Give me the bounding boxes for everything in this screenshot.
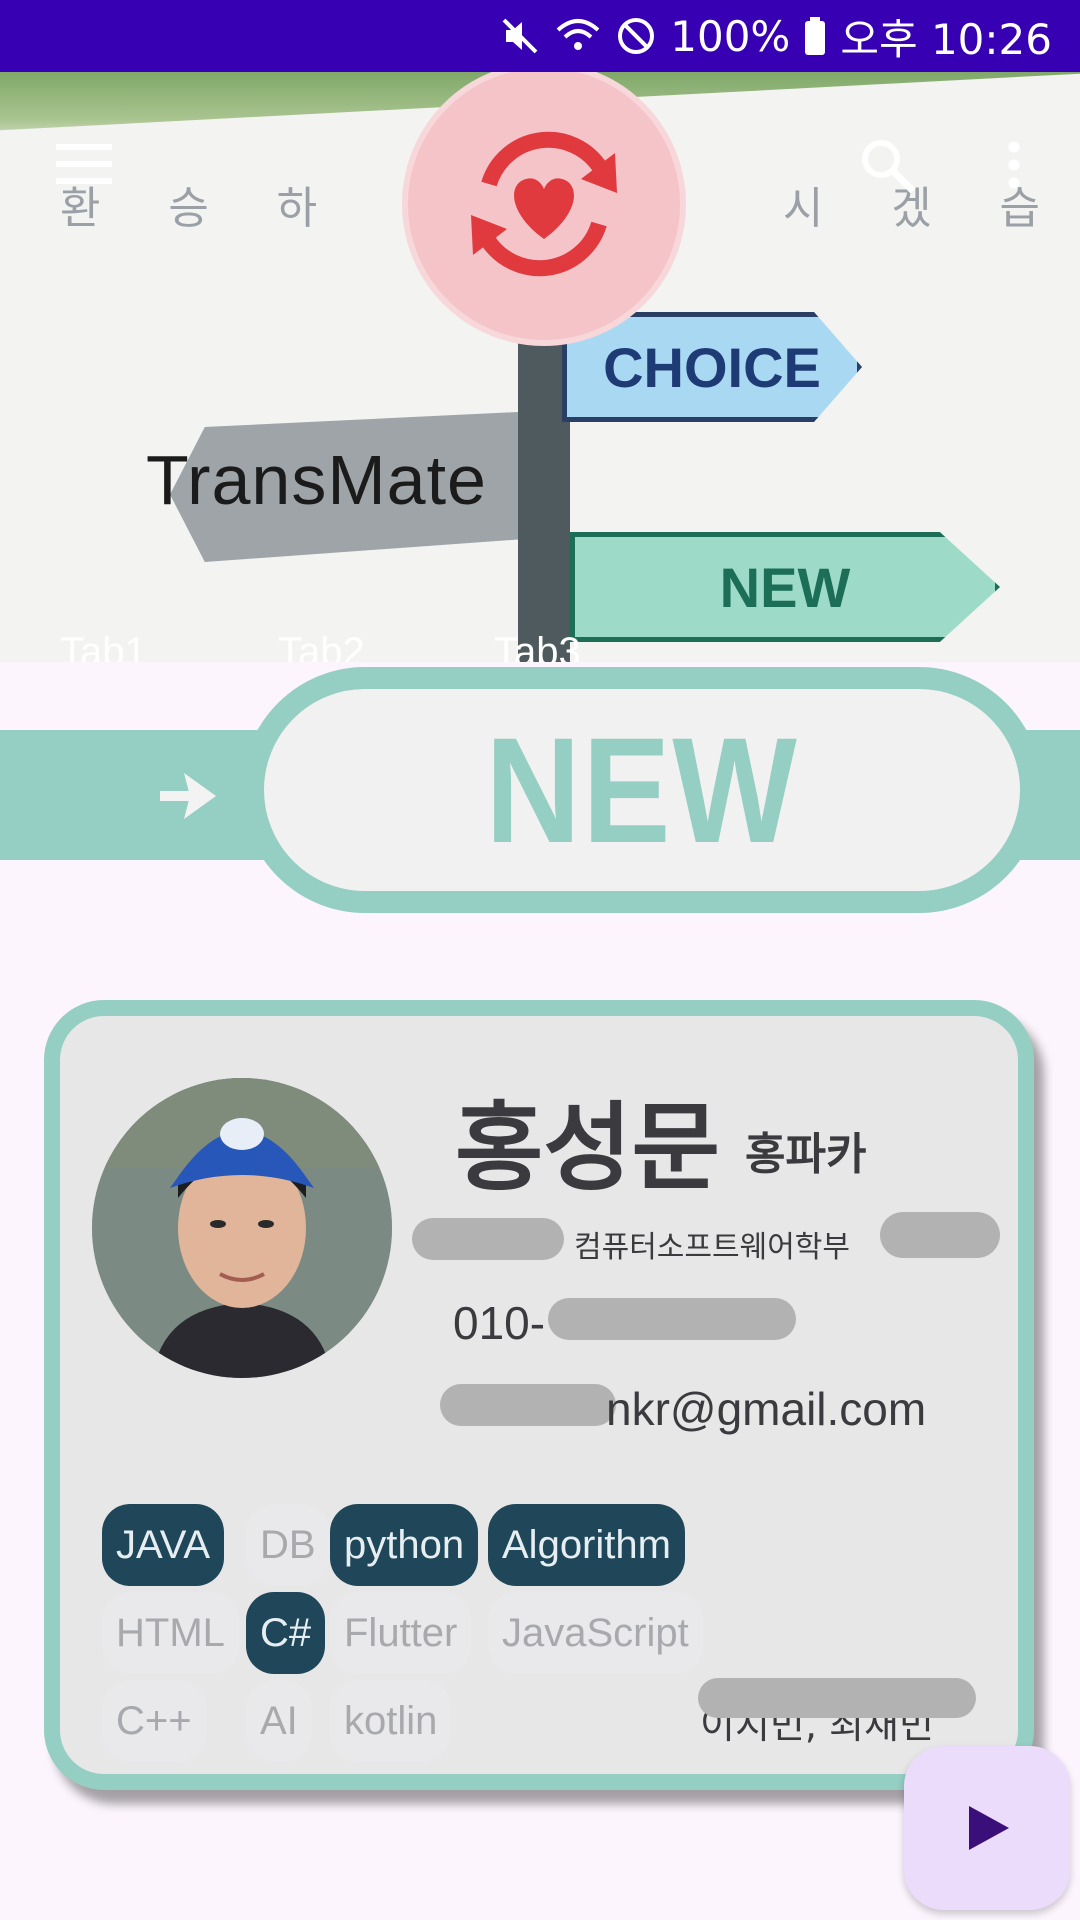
skill-chip-ai[interactable]: AI [246,1680,312,1762]
tab-bar: Tab1 Tab2 Tab3 [0,630,1080,662]
status-time: 오후 10:26 [840,14,1052,64]
transfer-heart-logo [402,72,686,346]
skill-chip-html[interactable]: HTML [102,1592,239,1674]
skill-chip-java[interactable]: JAVA [102,1504,225,1586]
wall-letter: 시 [782,183,824,234]
redacted-block [440,1384,616,1426]
skill-chip-algorithm[interactable]: Algorithm [488,1504,685,1586]
redacted-block [880,1212,1000,1258]
app-title: TransMate [146,441,487,519]
wifi-icon [554,16,602,56]
mute-icon [500,16,540,56]
profile-phone[interactable]: 010- [453,1296,545,1350]
search-icon[interactable] [852,130,922,200]
redacted-block [548,1298,796,1340]
redacted-block [698,1678,976,1718]
profile-email[interactable]: nkr@gmail.com [606,1382,926,1436]
profile-photo [92,1078,392,1378]
banner-pill: NEW [242,667,1042,913]
profile-avatar [92,1078,392,1378]
skill-chip-python[interactable]: python [330,1504,479,1586]
tab-2[interactable]: Tab2 [278,630,365,662]
battery-percent: 100% [670,11,791,61]
sign-choice-text: CHOICE [603,335,821,399]
skill-chip-cpp[interactable]: C++ [102,1680,206,1762]
refresh-heart-icon [471,131,617,277]
skill-chip-flutter[interactable]: Flutter [330,1592,472,1674]
banner-text: NEW [485,705,799,874]
skill-chip-db[interactable]: DB [246,1504,330,1586]
redacted-block [412,1218,564,1260]
battery-icon [804,16,826,56]
menu-icon[interactable] [48,128,120,200]
status-bar: 100% 오후 10:26 [0,0,1080,72]
do-not-disturb-icon [616,16,656,56]
play-icon [969,1806,1009,1850]
sign-new: NEW [570,532,1000,642]
wall-letter: 하 [276,183,318,234]
skill-chip-javascript[interactable]: JavaScript [488,1592,703,1674]
tab-3[interactable]: Tab3 [494,630,581,662]
tab-1[interactable]: Tab1 [60,630,147,662]
skill-chip-csharp[interactable]: C# [246,1592,326,1674]
sign-new-text: NEW [719,555,851,619]
profile-department: 컴퓨터소프트웨어학부 [574,1230,850,1265]
profile-nickname: 홍파카 [745,1129,867,1180]
new-banner: NEW [0,665,1080,925]
play-button[interactable] [904,1746,1070,1910]
profile-name: 홍성문 [455,1092,720,1204]
skill-chip-kotlin[interactable]: kotlin [330,1680,452,1762]
arrow-right-icon [160,773,216,819]
more-options-icon[interactable] [992,130,1036,200]
wall-letter: 승 [168,183,209,234]
